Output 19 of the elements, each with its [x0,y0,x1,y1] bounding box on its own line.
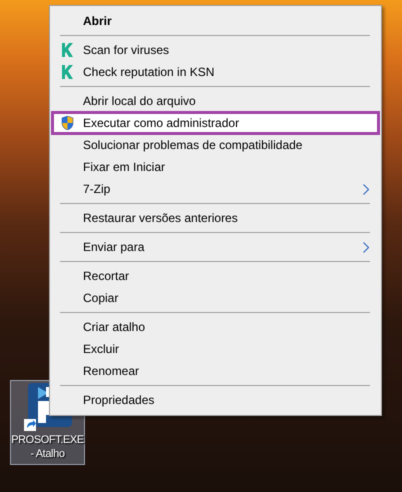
shield-icon [61,116,74,130]
k-logo-icon [61,65,74,79]
menu-item[interactable]: Check reputation in KSN [52,61,379,83]
menu-item[interactable]: Renomear [52,360,379,382]
menu-item[interactable]: Enviar para [52,236,379,258]
menu-item[interactable]: Executar como administrador [52,112,379,134]
menu-item[interactable]: Fixar em Iniciar [52,156,379,178]
menu-item[interactable]: Solucionar problemas de compatibilidade [52,134,379,156]
menu-item[interactable]: Restaurar versões anteriores [52,207,379,229]
menu-item[interactable]: Abrir [52,10,379,32]
menu-item[interactable]: Recortar [52,265,379,287]
menu-item[interactable]: 7-Zip [52,178,379,200]
menu-item[interactable]: Propriedades [52,389,379,411]
menu-item[interactable]: Copiar [52,287,379,309]
menu-item[interactable]: Criar atalho [52,316,379,338]
menu-item[interactable]: Excluir [52,338,379,360]
menu-item[interactable]: Scan for viruses [52,39,379,61]
k-logo-icon [61,43,74,57]
menu-item[interactable]: Abrir local do arquivo [52,90,379,112]
